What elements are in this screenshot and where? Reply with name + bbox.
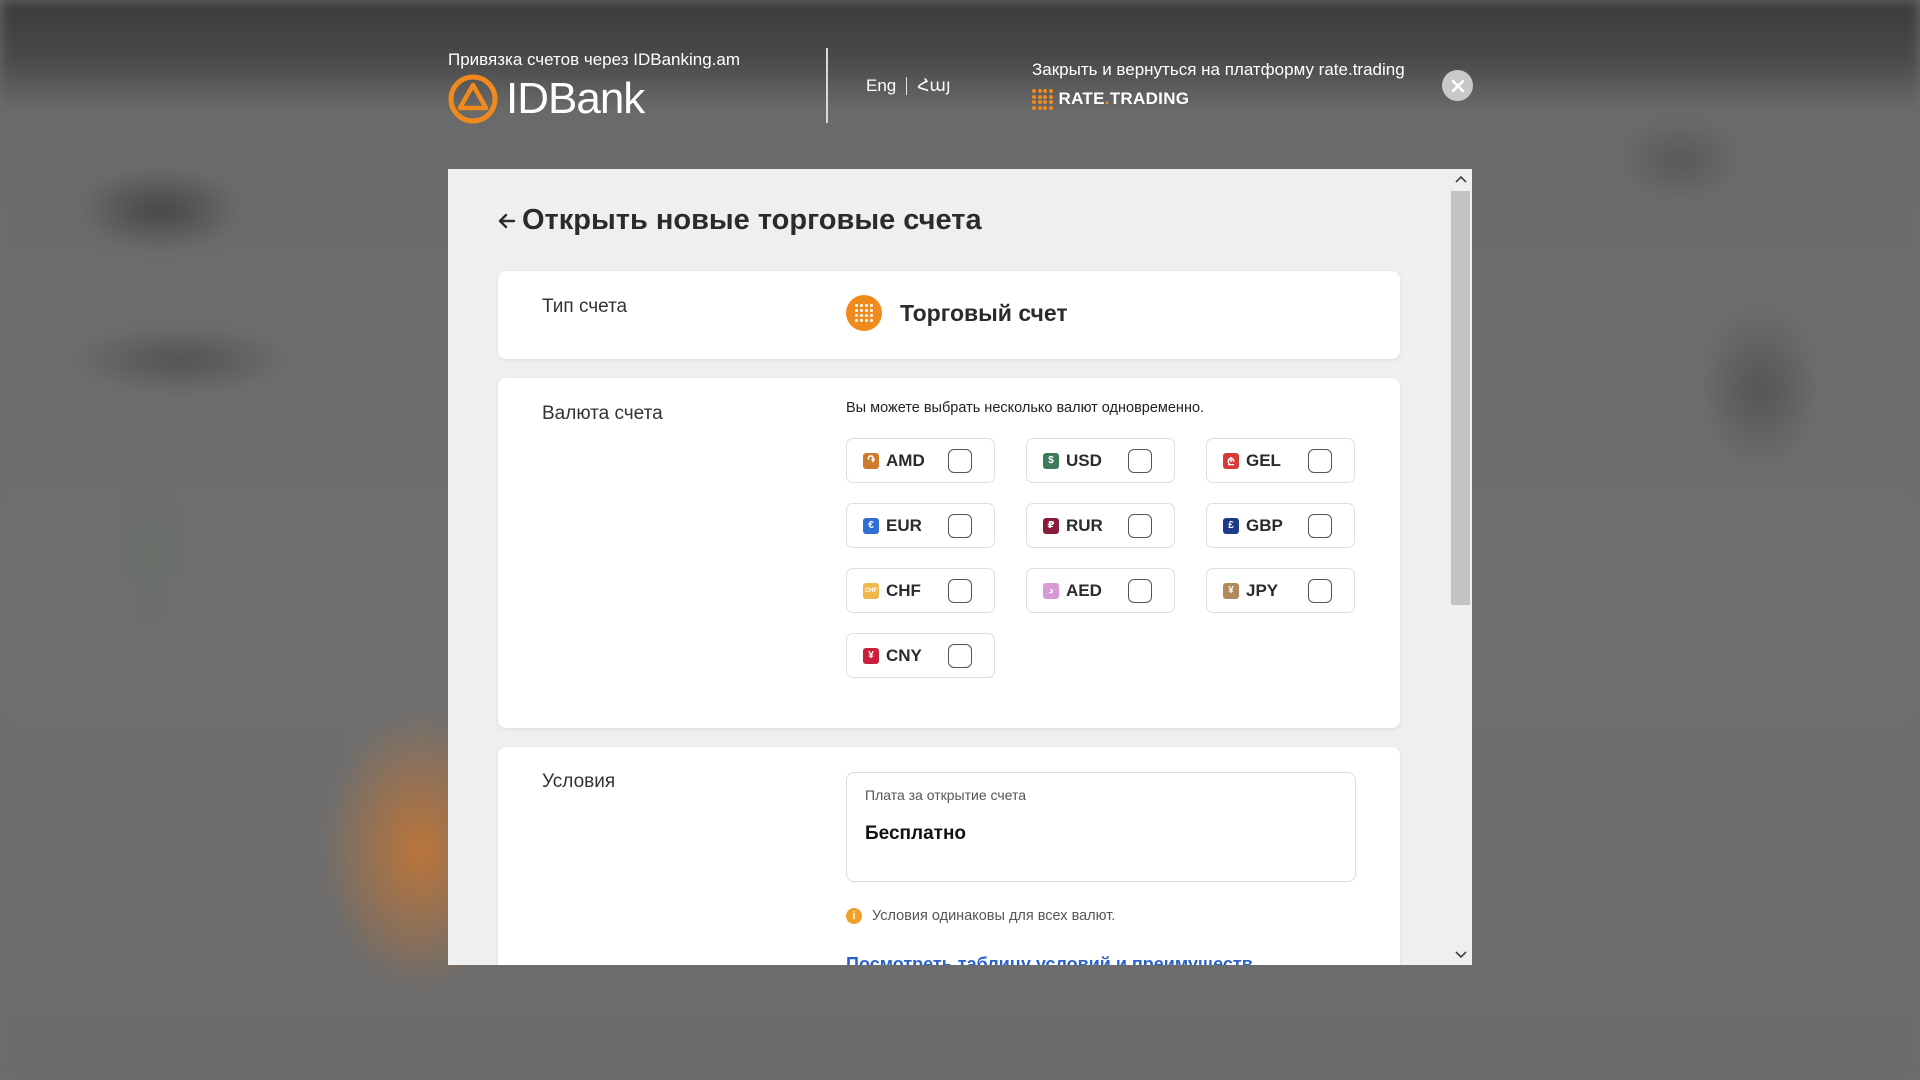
rate-trading-dots-icon — [1032, 89, 1053, 110]
currency-checkbox[interactable] — [1128, 579, 1152, 603]
scroll-thumb[interactable] — [1451, 191, 1470, 605]
opening-fee-label: Плата за открытие счета — [865, 787, 1027, 803]
currency-code: CHF — [886, 580, 921, 600]
currency-option-gel[interactable]: ₾ GEL — [1206, 438, 1355, 483]
currency-option-eur[interactable]: € EUR — [846, 503, 995, 548]
currency-checkbox[interactable] — [948, 579, 972, 603]
account-type-value: Торговый счет — [846, 295, 1068, 331]
currency-code: USD — [1066, 450, 1102, 470]
idbank-logo: IDBank — [448, 74, 645, 124]
aed-currency-icon: د — [1043, 582, 1059, 599]
currency-code: AED — [1066, 580, 1102, 600]
close-icon — [1451, 79, 1464, 92]
rate-trading-logo: RATE.TRADING — [1032, 89, 1189, 110]
currency-card: Валюта счета Вы можете выбрать несколько… — [498, 378, 1400, 728]
currency-option-chf[interactable]: CHF CHF — [846, 568, 995, 613]
currency-checkbox[interactable] — [1308, 579, 1332, 603]
currency-option-usd[interactable]: $ USD — [1026, 438, 1175, 483]
language-switcher: Eng Հայ — [866, 76, 951, 96]
gbp-currency-icon: £ — [1223, 517, 1239, 534]
currency-code: AMD — [886, 450, 925, 470]
currency-checkbox[interactable] — [948, 514, 972, 538]
currency-option-jpy[interactable]: ¥ JPY — [1206, 568, 1355, 613]
currency-checkbox[interactable] — [1128, 514, 1152, 538]
rate-trading-wordmark: RATE.TRADING — [1058, 89, 1190, 109]
currency-hint: Вы можете выбрать несколько валют одновр… — [846, 400, 1205, 416]
currency-option-gbp[interactable]: £ GBP — [1206, 503, 1355, 548]
usd-currency-icon: $ — [1043, 452, 1059, 469]
lang-english[interactable]: Eng — [866, 76, 896, 96]
back-link[interactable]: Открыть новые торговые счета — [498, 204, 982, 237]
currency-option-cny[interactable]: ¥ CNY — [846, 633, 995, 678]
conditions-info: i Условия одинаковы для всех валют. — [846, 908, 1115, 924]
brand-caption: Привязка счетов через IDBanking.am — [448, 50, 740, 69]
currency-label: Валюта счета — [542, 403, 663, 424]
opening-fee-value: Бесплатно — [865, 823, 967, 844]
chf-currency-icon: CHF — [863, 582, 879, 599]
currency-checkbox[interactable] — [1308, 449, 1332, 473]
opening-fee-box: Плата за открытие счета Бесплатно — [846, 772, 1356, 882]
lang-armenian[interactable]: Հայ — [917, 76, 950, 96]
currency-code: GBP — [1246, 515, 1283, 535]
gel-currency-icon: ₾ — [1223, 452, 1239, 469]
currency-code: EUR — [886, 515, 922, 535]
jpy-currency-icon: ¥ — [1223, 582, 1239, 599]
page-title: Открыть новые торговые счета — [522, 204, 982, 236]
account-type-label: Тип счета — [542, 296, 628, 317]
currency-code: JPY — [1246, 580, 1279, 600]
chevron-up-icon — [1454, 175, 1467, 183]
account-type-card: Тип счета Торговый счет — [498, 271, 1400, 359]
close-return-link[interactable]: Закрыть и вернуться на платформу rate.tr… — [1032, 60, 1405, 80]
currency-option-amd[interactable]: ֏ AMD — [846, 438, 995, 483]
currency-options: ֏ AMD $ USD ₾ GEL € EUR ₽ RUR £ GBP CHF CHF د AED ¥ JPY ¥ C… — [846, 438, 1355, 678]
amd-currency-icon: ֏ — [863, 452, 879, 469]
scroll-up-button[interactable] — [1449, 169, 1472, 189]
currency-code: CNY — [886, 645, 922, 665]
eur-currency-icon: € — [863, 517, 879, 534]
conditions-table-link[interactable]: Посмотреть таблицу условий и преимуществ — [846, 954, 1253, 965]
currency-checkbox[interactable] — [948, 644, 972, 668]
currency-checkbox[interactable] — [948, 449, 972, 473]
chevron-down-icon — [1454, 951, 1467, 959]
idbank-logo-text: IDBank — [506, 74, 645, 123]
idbank-logo-icon — [448, 74, 498, 124]
currency-option-rur[interactable]: ₽ RUR — [1026, 503, 1175, 548]
header-divider — [826, 48, 828, 123]
modal-header: Привязка счетов через IDBanking.am IDBan… — [0, 0, 1920, 170]
currency-code: RUR — [1066, 515, 1103, 535]
conditions-info-text: Условия одинаковы для всех валют. — [872, 908, 1116, 924]
modal-scrollbar[interactable] — [1449, 169, 1472, 965]
currency-checkbox[interactable] — [1128, 449, 1152, 473]
conditions-card: Условия Плата за открытие счета Бесплатн… — [498, 747, 1400, 965]
open-accounts-modal: Открыть новые торговые счета Тип счета Т… — [448, 169, 1472, 965]
close-button[interactable] — [1442, 70, 1473, 101]
currency-option-aed[interactable]: د AED — [1026, 568, 1175, 613]
rur-currency-icon: ₽ — [1043, 517, 1059, 534]
info-icon: i — [846, 908, 862, 924]
conditions-label: Условия — [542, 771, 616, 792]
trading-account-icon — [846, 295, 882, 331]
lang-separator — [906, 77, 908, 95]
cny-currency-icon: ¥ — [863, 647, 879, 664]
scroll-down-button[interactable] — [1449, 945, 1472, 965]
currency-code: GEL — [1246, 450, 1281, 470]
arrow-left-icon — [498, 213, 516, 228]
account-type-name: Торговый счет — [900, 299, 1068, 326]
currency-checkbox[interactable] — [1308, 514, 1332, 538]
